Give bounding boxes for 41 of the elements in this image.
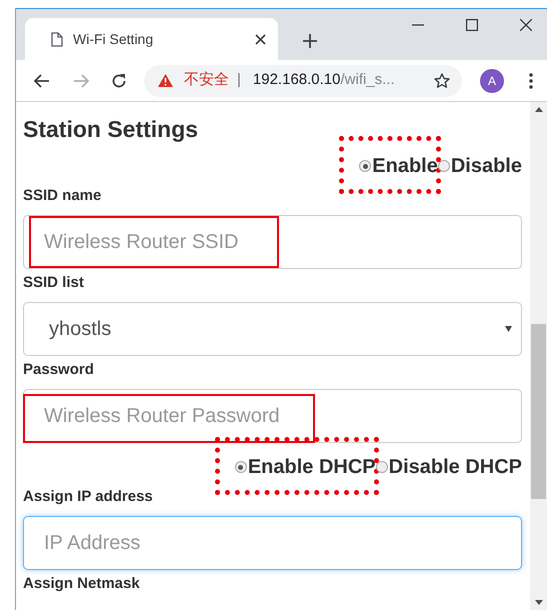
scroll-down-icon[interactable]	[534, 600, 542, 605]
security-warning: 不安全	[184, 70, 229, 90]
address-bar[interactable]: 不安全 | 192.168.0.10/wifi_s...	[144, 64, 462, 96]
radio-label[interactable]: Enable	[372, 154, 438, 178]
star-icon[interactable]	[434, 72, 450, 88]
menu-icon[interactable]	[529, 72, 533, 88]
browser-tab[interactable]: Wi-Fi Setting	[25, 18, 278, 60]
tab-title: Wi-Fi Setting	[73, 30, 154, 49]
radio-label[interactable]: Disable DHCP	[388, 455, 522, 479]
section-heading: Station Settings	[23, 116, 200, 142]
radio-label[interactable]: Enable DHCP	[248, 455, 376, 479]
maximize-icon[interactable]	[466, 19, 478, 31]
dropdown[interactable]: yhostls	[23, 302, 522, 356]
text-field[interactable]: Wireless Router Password	[23, 389, 522, 443]
close-icon[interactable]	[255, 34, 266, 44]
scrollbar[interactable]	[530, 102, 547, 610]
minimize-icon[interactable]	[412, 24, 424, 26]
radio-button[interactable]	[438, 160, 450, 172]
radio-button[interactable]	[376, 461, 388, 473]
profile-avatar[interactable]: A	[480, 68, 504, 92]
address-separator: |	[237, 70, 241, 90]
dropdown-caret-icon	[505, 326, 512, 332]
radio-button[interactable]	[359, 160, 372, 172]
scroll-up-icon[interactable]	[534, 107, 542, 112]
scrollbar-thumb[interactable]	[531, 324, 546, 499]
warning-icon	[158, 74, 173, 87]
field-label: SSID list	[23, 274, 85, 292]
close-window-icon[interactable]	[520, 19, 532, 31]
radio-label[interactable]: Disable	[450, 154, 522, 178]
text-field[interactable]: IP Address	[23, 516, 522, 570]
field-label: Assign IP address	[23, 488, 154, 506]
radio-button[interactable]	[234, 461, 247, 473]
field-label: Password	[23, 361, 95, 379]
field-label: SSID name	[23, 187, 102, 205]
reload-icon[interactable]	[111, 72, 127, 88]
field-label: Assign Netmask	[23, 575, 141, 593]
back-icon[interactable]	[34, 74, 50, 88]
document-icon	[51, 32, 63, 46]
url-text: 192.168.0.10/wifi_s...	[252, 70, 396, 90]
text-field[interactable]: Wireless Router SSID	[23, 215, 522, 269]
new-tab-icon[interactable]	[303, 34, 317, 48]
